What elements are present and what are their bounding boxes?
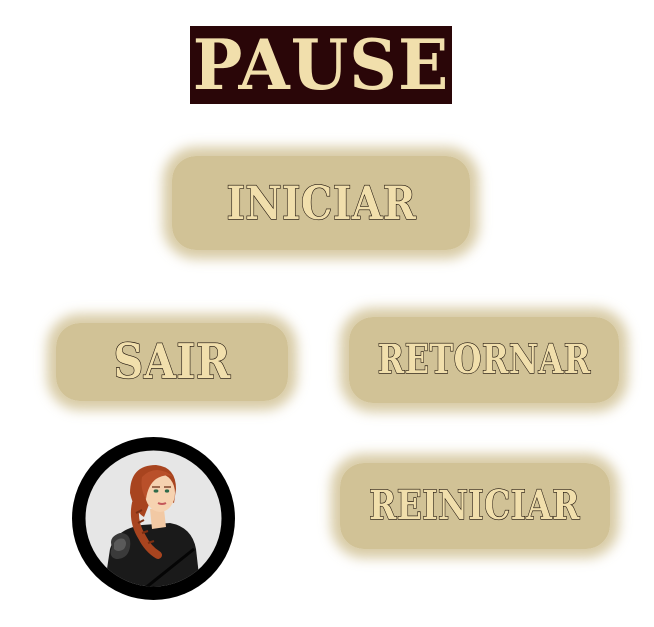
restart-button[interactable]: REINICIAR [340,463,610,549]
character-portrait-icon [72,437,235,600]
restart-button-label: REINICIAR [369,482,581,529]
page-title: PAUSE [192,24,450,106]
exit-button[interactable]: SAIR [56,323,288,401]
resume-button-label: RETORNAR [377,336,591,383]
resume-button[interactable]: RETORNAR [349,317,619,403]
exit-button-label: SAIR [113,334,231,390]
start-button-label: INICIAR [226,176,416,230]
title-banner: PAUSE [190,26,452,104]
character-avatar[interactable] [72,437,235,600]
start-button[interactable]: INICIAR [172,156,470,250]
